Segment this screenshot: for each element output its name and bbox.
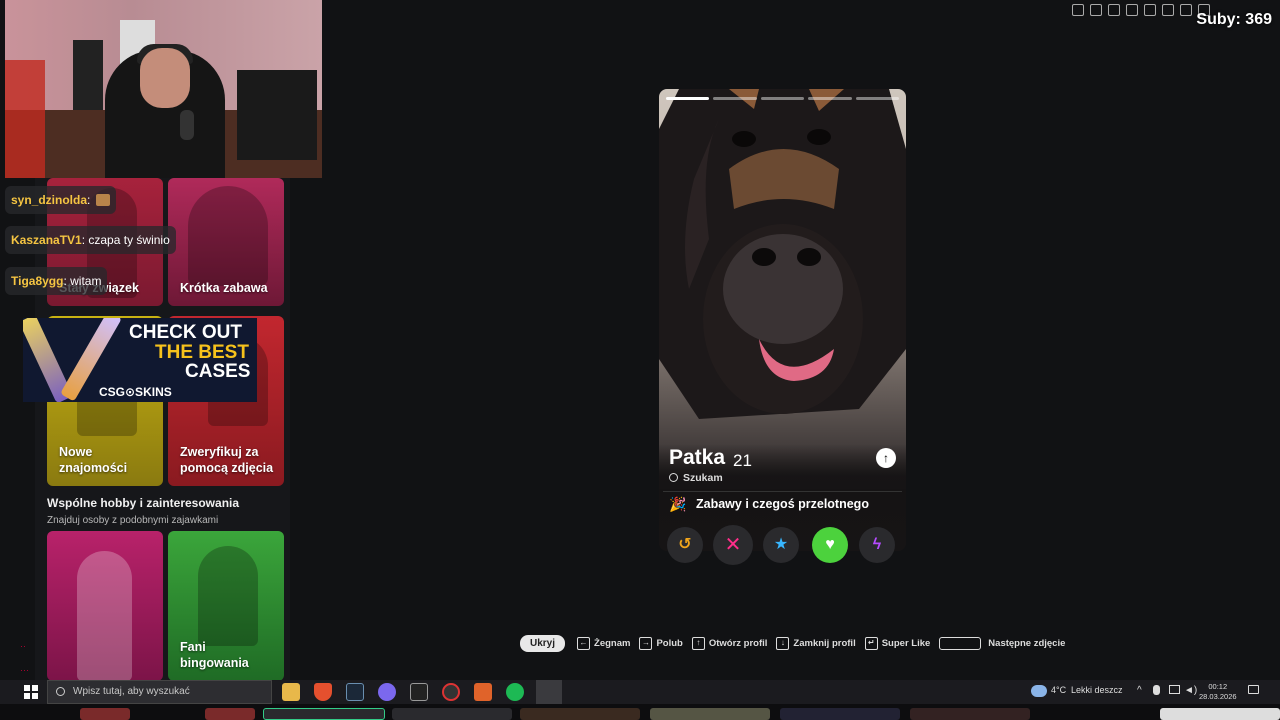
profile-age: 21 (733, 451, 752, 470)
chat-username: syn_dzinolda (11, 193, 88, 207)
notifications-icon[interactable] (1248, 685, 1259, 694)
profile-name: Patka (669, 446, 726, 469)
hide-shortcuts-button[interactable]: Ukryj (520, 634, 566, 652)
nope-button[interactable]: ✕ (713, 525, 753, 565)
tile-label: Fani bingowania (180, 640, 249, 670)
puzzle-icon[interactable] (1162, 4, 1174, 16)
open-profile-icon[interactable]: ↑ (876, 448, 896, 468)
tile-label: Zweryfikuj za pomocą zdjęcia (180, 445, 274, 475)
windows-start-icon[interactable] (24, 685, 38, 699)
shortcut-nope: ← Żegnam (577, 636, 631, 650)
heart-icon[interactable] (1144, 4, 1156, 16)
taskbar: Wpisz tutaj, aby wyszukać 4°C Lekki desz… (0, 680, 1280, 704)
steam-icon[interactable] (346, 683, 364, 701)
microphone-icon[interactable] (1153, 685, 1160, 695)
shortcut-label: Następne zdjęcie (988, 637, 1066, 649)
subscriber-count: Suby: 369 (1196, 11, 1272, 28)
weather-icon (1031, 685, 1047, 697)
play-icon[interactable] (1126, 4, 1138, 16)
shortcuts-bar: Ukryj ← Żegnam → Polub ↑ Otwórz profil ↓ Zam… (520, 633, 1074, 653)
tile-hobby-fashion[interactable] (47, 531, 163, 680)
weather-desc: Lekki deszcz (1071, 685, 1123, 695)
webcam-feed (5, 0, 322, 178)
like-button[interactable]: ♥ (812, 527, 848, 563)
emote-icon (95, 194, 110, 206)
clock-date: 28.03.2026 (1199, 692, 1237, 701)
arrow-left-key-icon: ← (577, 636, 591, 650)
search-icon (669, 473, 678, 482)
spotify-icon[interactable] (506, 683, 524, 701)
chat-text: czapa ty świnio (88, 233, 170, 247)
browser-toolbar (1072, 4, 1210, 20)
tile-binge-fans[interactable]: Fani bingowania (168, 531, 284, 680)
profile-card[interactable]: Patka 21 ↑ Szukam 🎉 Zabawy i czegoś prze… (659, 89, 906, 551)
shortcut-label: Polub (656, 637, 683, 649)
tile-label: Krótka zabawa (180, 281, 268, 295)
search-icon (56, 687, 65, 696)
chat-message: Tiga8ygg: witam (5, 267, 108, 295)
network-icon[interactable] (1169, 685, 1180, 694)
app-icon[interactable] (474, 683, 492, 701)
chevron-up-icon[interactable]: ^ (1137, 685, 1142, 696)
ad-line-1: CHECK OUT (129, 322, 242, 343)
search-placeholder: Wpisz tutaj, aby wyszukać (73, 686, 190, 697)
shortcut-open-profile: ↑ Otwórz profil (691, 636, 768, 650)
rewind-button[interactable]: ↺ (667, 527, 703, 563)
pin-icon[interactable] (1072, 4, 1084, 16)
taskbar-search-input[interactable]: Wpisz tutaj, aby wyszukać (47, 680, 272, 704)
chat-message: KaszanaTV1: czapa ty świnio (5, 226, 176, 254)
epic-games-icon[interactable] (410, 683, 428, 701)
section-subtitle: Znajduj osoby z podobnymi zajawkami (47, 515, 219, 526)
chat-username: KaszanaTV1 (11, 233, 82, 247)
tile-short-fun[interactable]: Krótka zabawa (168, 178, 284, 306)
section-title: Wspólne hobby i zainteresowania (47, 496, 240, 510)
ad-line-3: CASES (185, 361, 251, 382)
shortcut-close-profile: ↓ Zamknij profil (776, 636, 856, 650)
enter-key-icon: ↵ (864, 636, 878, 650)
space-key-icon (939, 636, 982, 650)
app-icon[interactable] (378, 683, 396, 701)
preview-strip (0, 704, 1280, 720)
clock-time: 00:12 (1208, 682, 1228, 691)
shortcut-label: Zamknij profil (793, 637, 856, 649)
brave-browser-icon[interactable] (314, 683, 332, 701)
profile-photo[interactable] (659, 89, 906, 489)
taskbar-clock[interactable]: 00:12 28.03.2026 (1199, 682, 1237, 702)
shortcut-label: Żegnam (594, 637, 631, 649)
tile-label: Nowe znajomości (59, 445, 128, 475)
looking-for: Szukam (669, 472, 723, 484)
file-explorer-icon[interactable] (282, 683, 300, 701)
obs-icon[interactable] (442, 683, 460, 701)
volume-icon[interactable]: ◄) (1184, 685, 1197, 696)
looking-label: Szukam (683, 472, 723, 484)
action-buttons: ↺ ✕ ★ ♥ ϟ (659, 525, 906, 565)
shortcut-label: Otwórz profil (708, 637, 768, 649)
extension-icon[interactable] (1108, 4, 1120, 16)
weather-temp: 4°C (1051, 685, 1067, 695)
relationship-goal: 🎉 Zabawy i czegoś przelotnego (663, 491, 902, 517)
globe-icon[interactable] (1180, 4, 1192, 16)
shortcut-superlike: ↵ Super Like (864, 636, 931, 650)
arrow-down-key-icon: ↓ (776, 636, 790, 650)
scroll-indicator: ·· ··· (20, 641, 29, 675)
window-icon[interactable] (1090, 4, 1102, 16)
shortcut-next-photo: Następne zdjęcie (939, 636, 1066, 650)
active-app-icon[interactable] (536, 680, 562, 704)
chat-text: witam (70, 274, 102, 288)
party-icon: 🎉 (669, 496, 687, 512)
chat-username: Tiga8ygg (11, 274, 64, 288)
goal-text: Zabawy i czegoś przelotnego (696, 497, 869, 511)
arrow-up-key-icon: ↑ (691, 636, 705, 650)
ad-brand: CSG⊙SKINS (99, 385, 172, 399)
sponsor-banner: CHECK OUT THE BEST CASES CSG⊙SKINS (23, 318, 257, 402)
superlike-button[interactable]: ★ (763, 527, 799, 563)
shortcut-label: Super Like (881, 637, 931, 649)
photo-progress (666, 97, 900, 100)
shortcut-like: → Polub (639, 636, 683, 650)
arrow-right-key-icon: → (639, 636, 653, 650)
boost-button[interactable]: ϟ (859, 527, 895, 563)
chat-message: syn_dzinolda: (5, 186, 116, 214)
